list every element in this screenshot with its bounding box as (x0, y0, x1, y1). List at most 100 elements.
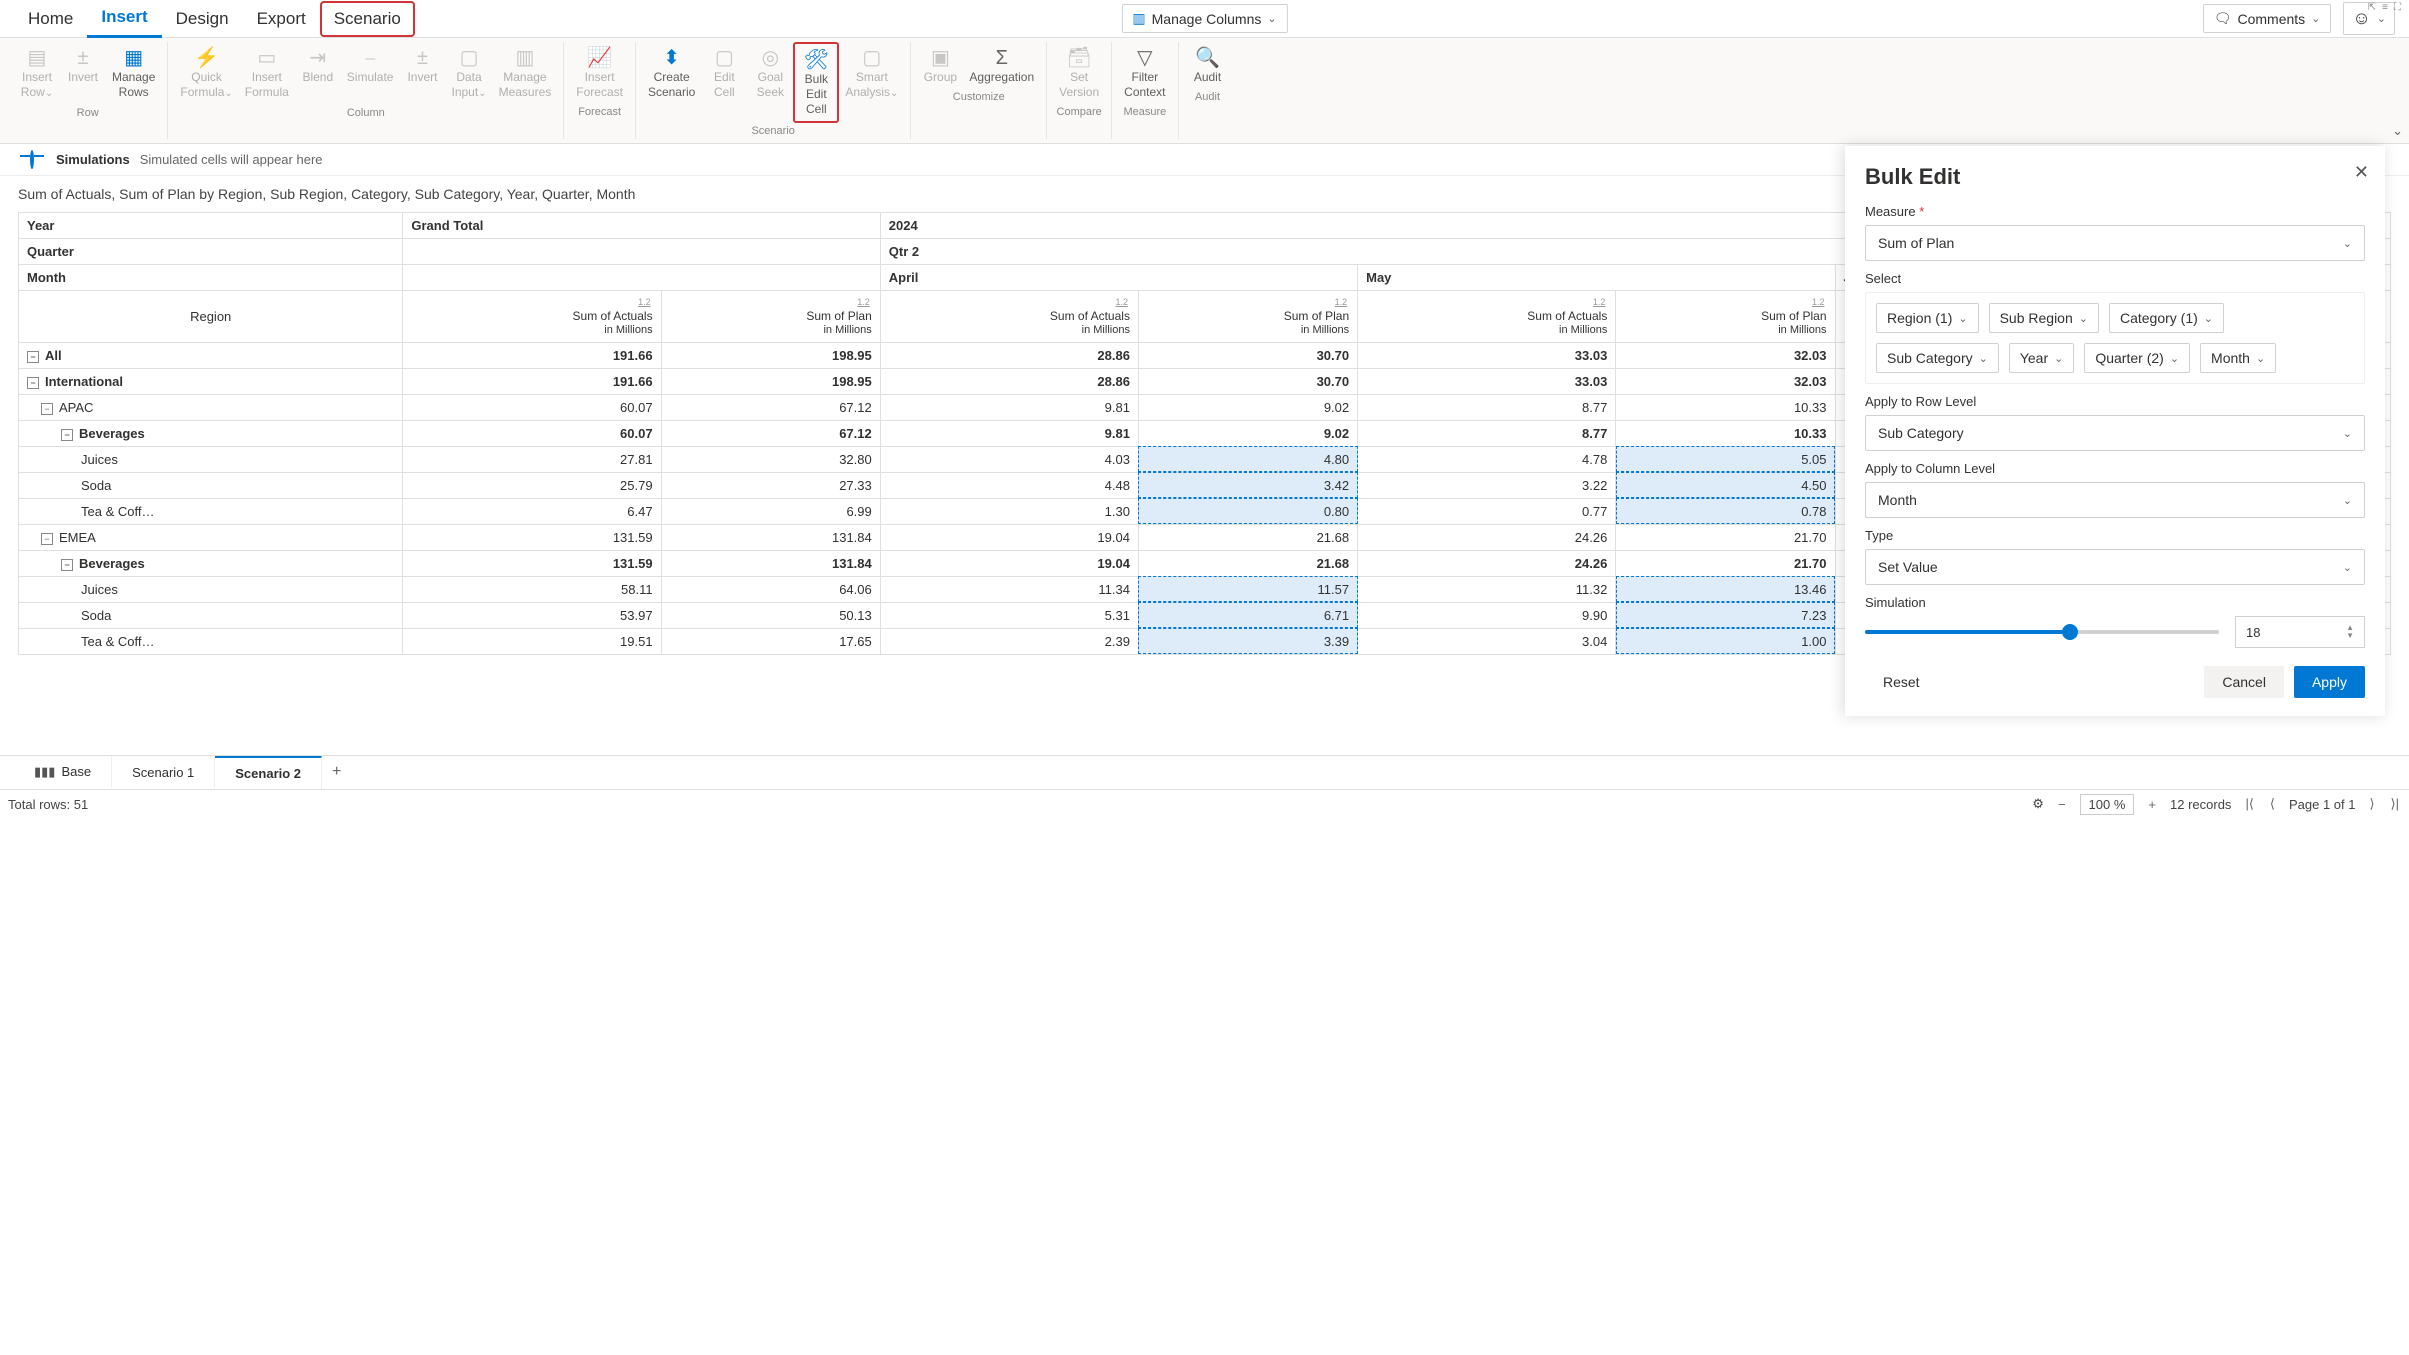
apply-row-dropdown[interactable]: Sub Category ⌄ (1865, 415, 2365, 451)
cell[interactable]: 19.04 (880, 550, 1138, 576)
chip-month[interactable]: Month⌄ (2200, 343, 2276, 373)
cell[interactable]: 131.59 (403, 550, 661, 576)
cell[interactable]: 4.03 (880, 446, 1138, 472)
filter-context-button[interactable]: ▽FilterContext (1118, 42, 1171, 104)
cell[interactable]: 9.90 (1358, 602, 1616, 628)
cancel-button[interactable]: Cancel (2204, 666, 2284, 698)
page-last-button[interactable]: ⟩| (2389, 796, 2401, 812)
simulation-value-input[interactable]: 18 ▲ ▼ (2235, 616, 2365, 648)
type-dropdown[interactable]: Set Value ⌄ (1865, 549, 2365, 585)
cell[interactable]: 58.11 (403, 576, 661, 602)
insert-formula-button[interactable]: ▭InsertFormula (239, 42, 295, 105)
cell[interactable]: 4.80 (1138, 446, 1357, 472)
filter-mini-icon[interactable]: ≡ (2382, 2, 2388, 13)
cell[interactable]: 60.07 (403, 420, 661, 446)
cell[interactable]: 3.04 (1358, 628, 1616, 654)
cell[interactable]: 24.26 (1358, 524, 1616, 550)
page-prev-button[interactable]: ⟨ (2268, 796, 2277, 812)
cell[interactable]: 3.39 (1138, 628, 1357, 654)
cell[interactable]: 198.95 (661, 368, 880, 394)
cell[interactable]: 21.70 (1616, 550, 1835, 576)
cell[interactable]: 7.23 (1616, 602, 1835, 628)
cell[interactable]: 64.06 (661, 576, 880, 602)
quick-formula-button[interactable]: ⚡QuickFormula⌄ (174, 42, 238, 105)
chip-sub-region[interactable]: Sub Region⌄ (1989, 303, 2099, 333)
cell[interactable]: 9.81 (880, 420, 1138, 446)
insert-forecast-button[interactable]: 📈InsertForecast (570, 42, 629, 104)
manage-columns-button[interactable]: ▥ Manage Columns ⌄ (1121, 4, 1287, 33)
data-input-button[interactable]: ▢DataInput⌄ (445, 42, 492, 105)
cell[interactable]: 30.70 (1138, 342, 1357, 368)
cell[interactable]: 4.48 (880, 472, 1138, 498)
cell[interactable]: 5.05 (1616, 446, 1835, 472)
cell[interactable]: 0.78 (1616, 498, 1835, 524)
ribbon-expand-icon[interactable]: ⌄ (2392, 123, 2403, 139)
zoom-out-button[interactable]: − (2056, 797, 2068, 812)
comments-button[interactable]: 🗨 Comments⌄ (2203, 4, 2332, 33)
cell[interactable]: 24.26 (1358, 550, 1616, 576)
tab-design[interactable]: Design (162, 1, 243, 37)
tab-base[interactable]: ▮▮▮Base (14, 756, 112, 788)
apply-button[interactable]: Apply (2294, 666, 2365, 698)
cell[interactable]: 10.33 (1616, 420, 1835, 446)
stepper-down-icon[interactable]: ▼ (2346, 632, 2354, 640)
blend-button[interactable]: ⇥Blend (295, 42, 341, 105)
cell[interactable]: 17.65 (661, 628, 880, 654)
expand-toggle-icon[interactable]: − (61, 429, 73, 441)
cell[interactable]: 1.30 (880, 498, 1138, 524)
cell[interactable]: 19.04 (880, 524, 1138, 550)
cell[interactable]: 131.59 (403, 524, 661, 550)
aggregation-button[interactable]: ΣAggregation (963, 42, 1040, 89)
chip-category[interactable]: Category (1)⌄ (2109, 303, 2224, 333)
cell[interactable]: 53.97 (403, 602, 661, 628)
expand-icon[interactable]: ⛶ (2394, 2, 2401, 13)
tab-insert[interactable]: Insert (87, 0, 161, 38)
apply-col-dropdown[interactable]: Month ⌄ (1865, 482, 2365, 518)
zoom-in-button[interactable]: + (2146, 797, 2158, 812)
add-scenario-button[interactable]: + (322, 757, 351, 787)
cell[interactable]: 32.80 (661, 446, 880, 472)
chip-year[interactable]: Year⌄ (2009, 343, 2075, 373)
cell[interactable]: 3.42 (1138, 472, 1357, 498)
close-icon[interactable]: ✕ (2354, 162, 2369, 183)
cell[interactable]: 30.70 (1138, 368, 1357, 394)
cell[interactable]: 60.07 (403, 394, 661, 420)
invert-row-button[interactable]: ±Invert (60, 42, 106, 105)
cell[interactable]: 21.70 (1616, 524, 1835, 550)
cell[interactable]: 0.80 (1138, 498, 1357, 524)
measure-dropdown[interactable]: Sum of Plan ⌄ (1865, 225, 2365, 261)
tab-home[interactable]: Home (14, 1, 87, 37)
cell[interactable]: 11.34 (880, 576, 1138, 602)
cell[interactable]: 131.84 (661, 524, 880, 550)
cell[interactable]: 191.66 (403, 368, 661, 394)
tab-scenario-2[interactable]: Scenario 2 (215, 756, 322, 789)
cell[interactable]: 50.13 (661, 602, 880, 628)
cell[interactable]: 8.77 (1358, 394, 1616, 420)
chip-region[interactable]: Region (1)⌄ (1876, 303, 1979, 333)
expand-toggle-icon[interactable]: − (41, 403, 53, 415)
cell[interactable]: 6.99 (661, 498, 880, 524)
create-scenario-button[interactable]: ⬍CreateScenario (642, 42, 701, 123)
simulate-button[interactable]: ⎯Simulate (341, 42, 400, 105)
cell[interactable]: 8.77 (1358, 420, 1616, 446)
cell[interactable]: 0.77 (1358, 498, 1616, 524)
cell[interactable]: 2.39 (880, 628, 1138, 654)
group-button[interactable]: ▣Group (917, 42, 963, 89)
bulk-edit-cell-button[interactable]: 🛠BulkEditCell (793, 42, 839, 123)
cell[interactable]: 4.50 (1616, 472, 1835, 498)
cell[interactable]: 11.32 (1358, 576, 1616, 602)
pin-icon[interactable]: ⇱ (2368, 2, 2376, 13)
edit-cell-button[interactable]: ▢EditCell (701, 42, 747, 123)
chip-sub-category[interactable]: Sub Category⌄ (1876, 343, 1999, 373)
set-version-button[interactable]: 🗃SetVersion (1053, 42, 1105, 104)
reset-button[interactable]: Reset (1865, 666, 1938, 698)
cell[interactable]: 32.03 (1616, 342, 1835, 368)
cell[interactable]: 6.47 (403, 498, 661, 524)
cell[interactable]: 6.71 (1138, 602, 1357, 628)
cell[interactable]: 25.79 (403, 472, 661, 498)
cell[interactable]: 67.12 (661, 394, 880, 420)
cell[interactable]: 28.86 (880, 342, 1138, 368)
cell[interactable]: 9.81 (880, 394, 1138, 420)
settings-icon[interactable]: ⚙ (2032, 796, 2044, 812)
cell[interactable]: 21.68 (1138, 524, 1357, 550)
